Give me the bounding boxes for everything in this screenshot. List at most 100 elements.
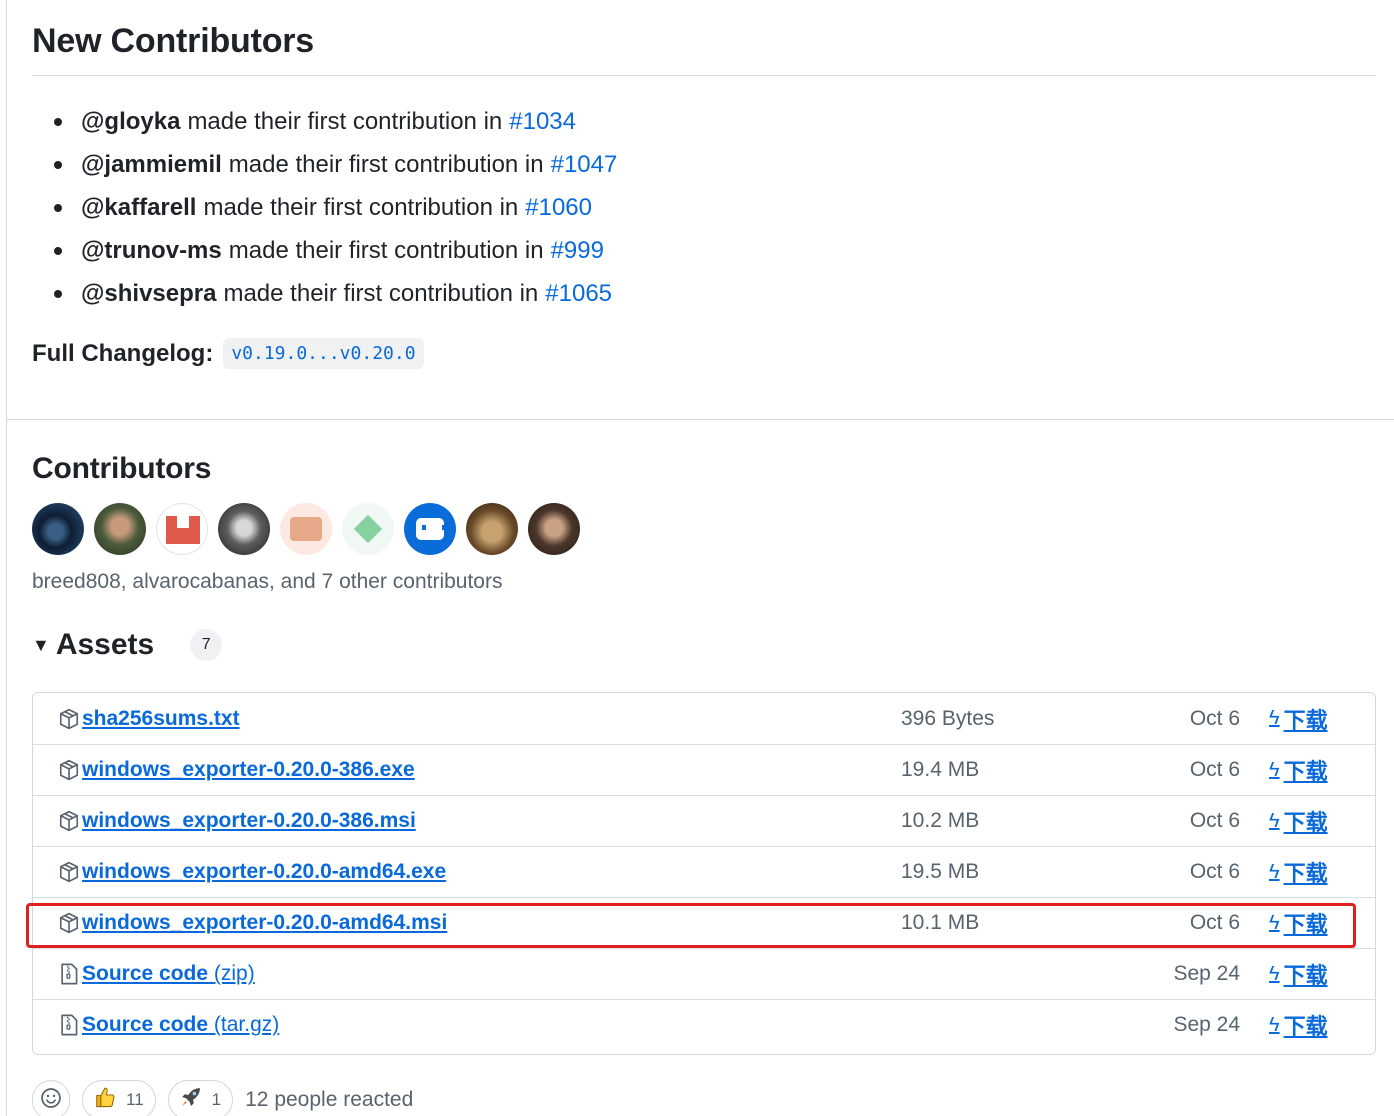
asset-filename: Source code <box>82 1013 209 1036</box>
pull-request-link[interactable]: #1034 <box>509 108 576 136</box>
asset-row: windows_exporter-0.20.0-386.msi 10.2 MB … <box>33 795 1375 846</box>
rocket-icon <box>180 1086 202 1114</box>
asset-row: Source code (tar.gz) Sep 24 ϟ 下载 <box>33 999 1375 1050</box>
asset-download-link[interactable]: sha256sums.txt <box>82 707 240 731</box>
list-item: @jammiemil made their first contribution… <box>54 143 617 186</box>
asset-date: Oct 6 <box>1189 706 1240 730</box>
bolt-icon: ϟ <box>1269 809 1280 832</box>
user-mention-link[interactable]: @kaffarell <box>81 194 196 222</box>
asset-download-link[interactable]: Source code (zip) <box>82 962 255 986</box>
contribution-text: made their first contribution in <box>203 193 519 221</box>
bullet-icon <box>54 203 62 212</box>
asset-date: Oct 6 <box>1189 758 1240 781</box>
asset-date: Oct 6 <box>1189 911 1240 934</box>
asset-download-link[interactable]: Source code (tar.gz) <box>82 1013 279 1037</box>
reactions-bar: 11 1 12 people reacted <box>32 1080 413 1116</box>
download-label: 下载 <box>1283 810 1328 835</box>
asset-row-highlighted: windows_exporter-0.20.0-amd64.msi 10.1 M… <box>33 897 1375 948</box>
pull-request-link[interactable]: #1047 <box>551 151 618 179</box>
rocket-reaction[interactable]: 1 <box>167 1080 234 1116</box>
download-button[interactable]: ϟ 下载 <box>1269 805 1328 837</box>
caret-down-icon: ▼ <box>32 634 50 655</box>
avatar[interactable] <box>280 503 332 555</box>
bolt-icon: ϟ <box>1269 911 1280 934</box>
bullet-icon <box>54 160 62 169</box>
avatar[interactable] <box>466 503 518 555</box>
asset-size: 10.1 MB <box>901 911 980 934</box>
bolt-icon: ϟ <box>1269 962 1280 985</box>
asset-date: Sep 24 <box>1173 1013 1240 1036</box>
download-button[interactable]: ϟ 下载 <box>1269 907 1328 939</box>
user-mention-link[interactable]: @gloyka <box>81 108 180 136</box>
thumbs-up-reaction[interactable]: 11 <box>82 1080 156 1116</box>
pull-request-link[interactable]: #1060 <box>525 194 592 222</box>
avatar[interactable] <box>404 503 456 555</box>
smiley-icon <box>40 1087 62 1114</box>
avatar[interactable] <box>218 503 270 555</box>
download-label: 下载 <box>1283 861 1328 886</box>
asset-download-link[interactable]: windows_exporter-0.20.0-amd64.msi <box>82 911 447 935</box>
bullet-icon <box>54 289 62 298</box>
download-label: 下载 <box>1283 963 1328 988</box>
asset-size: 19.5 MB <box>901 860 980 883</box>
download-label: 下载 <box>1283 759 1328 784</box>
assets-list: sha256sums.txt 396 Bytes Oct 6 ϟ 下载 windo… <box>32 692 1376 1055</box>
new-contributors-heading: New Contributors <box>32 22 315 60</box>
asset-filename: windows_exporter-0.20.0-386.msi <box>82 809 416 832</box>
asset-row: windows_exporter-0.20.0-386.exe 19.4 MB … <box>33 744 1375 795</box>
contributors-summary: breed808, alvarocabanas, and 7 other con… <box>32 570 503 593</box>
package-icon <box>58 861 80 883</box>
contribution-text: made their first contribution in <box>187 107 503 135</box>
bolt-icon: ϟ <box>1269 758 1280 781</box>
reactions-summary: 12 people reacted <box>245 1088 414 1111</box>
avatar[interactable] <box>32 503 84 555</box>
list-item: @gloyka made their first contribution in… <box>54 100 617 143</box>
avatar[interactable] <box>156 503 208 555</box>
user-mention-link[interactable]: @jammiemil <box>81 151 222 179</box>
asset-download-link[interactable]: windows_exporter-0.20.0-386.msi <box>82 809 416 833</box>
contribution-text: made their first contribution in <box>228 150 544 178</box>
asset-row: sha256sums.txt 396 Bytes Oct 6 ϟ 下载 <box>33 693 1375 744</box>
package-icon <box>58 912 80 934</box>
asset-size: 396 Bytes <box>901 706 995 730</box>
assets-toggle[interactable]: ▼ Assets 7 <box>32 628 223 662</box>
changelog-compare-link[interactable]: v0.19.0...v0.20.0 <box>223 338 424 369</box>
contributors-heading: Contributors <box>32 452 212 485</box>
avatar[interactable] <box>528 503 580 555</box>
download-button[interactable]: ϟ 下载 <box>1269 856 1328 888</box>
contribution-text: made their first contribution in <box>223 279 539 307</box>
asset-size: 10.2 MB <box>901 809 980 832</box>
new-contributors-list: @gloyka made their first contribution in… <box>54 100 617 315</box>
download-button[interactable]: ϟ 下载 <box>1269 1009 1328 1041</box>
package-icon <box>58 708 80 730</box>
user-mention-link[interactable]: @shivsepra <box>81 280 216 308</box>
asset-format: (zip) <box>213 962 255 985</box>
asset-filename: windows_exporter-0.20.0-amd64.exe <box>82 860 447 883</box>
contributor-avatars <box>32 503 590 555</box>
pull-request-link[interactable]: #999 <box>551 237 604 265</box>
asset-size: 19.4 MB <box>901 758 980 781</box>
download-button[interactable]: ϟ 下载 <box>1269 754 1328 786</box>
thumbs-up-icon <box>94 1086 116 1114</box>
rocket-count: 1 <box>211 1090 222 1109</box>
download-button[interactable]: ϟ 下载 <box>1269 703 1328 735</box>
avatar[interactable] <box>94 503 146 555</box>
download-button[interactable]: ϟ 下载 <box>1269 958 1328 990</box>
asset-row: windows_exporter-0.20.0-amd64.exe 19.5 M… <box>33 846 1375 897</box>
list-item: @shivsepra made their first contribution… <box>54 272 617 315</box>
avatar[interactable] <box>342 503 394 555</box>
full-changelog: Full Changelog: v0.19.0...v0.20.0 <box>32 338 424 369</box>
add-reaction-button[interactable] <box>32 1080 70 1116</box>
changelog-label: Full Changelog: <box>32 339 214 367</box>
left-border <box>6 0 7 1116</box>
file-zip-icon <box>58 1014 80 1036</box>
asset-filename: Source code <box>82 962 209 985</box>
contribution-text: made their first contribution in <box>228 236 544 264</box>
bolt-icon: ϟ <box>1269 1013 1280 1036</box>
asset-download-link[interactable]: windows_exporter-0.20.0-386.exe <box>82 758 415 782</box>
section-divider <box>6 419 1394 420</box>
pull-request-link[interactable]: #1065 <box>545 280 612 308</box>
user-mention-link[interactable]: @trunov-ms <box>81 237 222 265</box>
package-icon <box>58 759 80 781</box>
asset-download-link[interactable]: windows_exporter-0.20.0-amd64.exe <box>82 860 446 884</box>
